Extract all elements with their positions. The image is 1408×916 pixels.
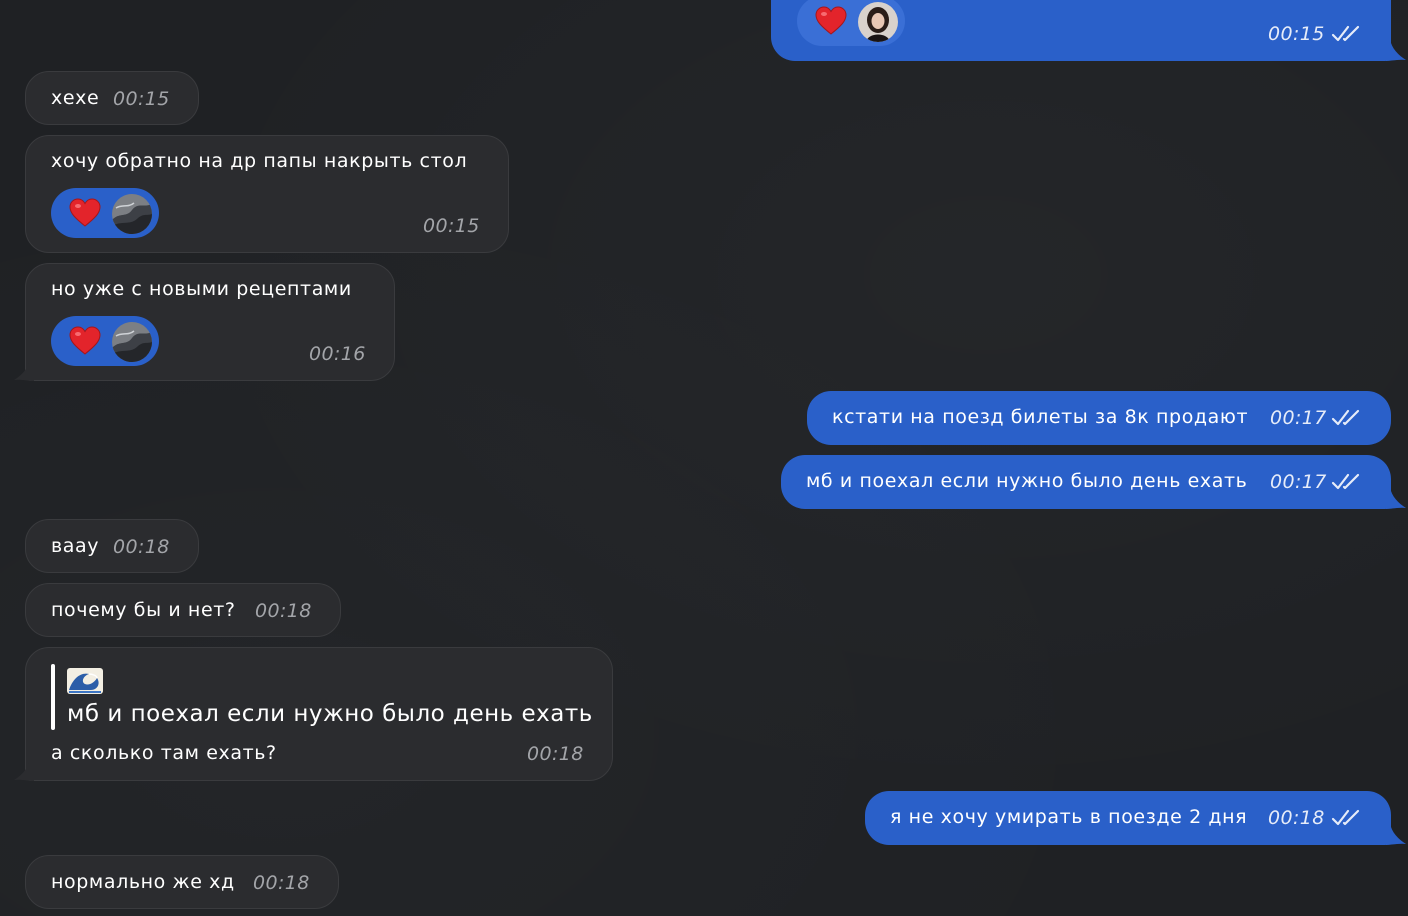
message-time: 00:15 xyxy=(423,215,480,237)
outgoing-message[interactable]: мб и поехал если нужно было день ехать 0… xyxy=(781,455,1391,509)
reactor-avatar xyxy=(112,322,152,362)
wave-icon xyxy=(67,668,103,694)
message-time: 00:16 xyxy=(309,343,366,365)
reply-bar xyxy=(51,664,55,730)
incoming-message[interactable]: почему бы и нет? 00:18 xyxy=(25,583,341,637)
outgoing-message[interactable]: кстати на поезд билеты за 8к продают 00:… xyxy=(807,391,1391,445)
incoming-message[interactable]: но уже с новыми рецептами 00:16 xyxy=(25,263,395,381)
message-text: хочу обратно на др папы накрыть стол xyxy=(51,150,468,172)
reactor-avatar xyxy=(112,194,152,234)
message-time: 00:15 xyxy=(1268,23,1325,45)
bubble-tail xyxy=(1386,491,1406,509)
message-text: почему бы и нет? xyxy=(51,599,236,621)
outgoing-message[interactable]: 00:15 xyxy=(771,0,1391,61)
reactor-avatar xyxy=(858,2,898,42)
message-time: 00:17 xyxy=(1270,471,1327,493)
message-text: мб и поехал если нужно было день ехать xyxy=(806,470,1248,492)
chat-history[interactable]: 00:15 хехе 00:15 хочу обратно на др папы… xyxy=(0,0,1408,916)
reaction-chip[interactable] xyxy=(797,0,905,46)
message-time: 00:18 xyxy=(527,743,584,765)
message-text: кстати на поезд билеты за 8к продают xyxy=(832,406,1249,428)
message-time: 00:17 xyxy=(1270,407,1327,429)
bubble-tail xyxy=(1386,43,1406,61)
message-text: я не хочу умирать в поезде 2 дня xyxy=(890,806,1248,828)
heart-icon xyxy=(69,326,101,355)
double-check-icon xyxy=(1331,809,1360,826)
incoming-message[interactable]: вааy 00:18 xyxy=(25,519,199,573)
heart-icon xyxy=(815,6,847,35)
message-text: а сколько там ехать? xyxy=(51,742,277,764)
double-check-icon xyxy=(1331,473,1360,490)
incoming-message[interactable]: мб и поехал если нужно было день ехать а… xyxy=(25,647,613,781)
message-text: вааy xyxy=(51,535,100,557)
reply-quote[interactable]: мб и поехал если нужно было день ехать xyxy=(67,702,593,726)
incoming-message[interactable]: хехе 00:15 xyxy=(25,71,199,125)
message-text: нормально же хд xyxy=(51,871,235,893)
incoming-message[interactable]: хочу обратно на др папы накрыть стол 00:… xyxy=(25,135,509,253)
double-check-icon xyxy=(1331,25,1360,42)
reaction-chip[interactable] xyxy=(51,188,159,238)
message-text: хехе xyxy=(51,87,100,109)
message-time: 00:18 xyxy=(113,536,170,558)
heart-icon xyxy=(69,198,101,227)
message-time: 00:18 xyxy=(255,600,312,622)
bubble-tail xyxy=(1386,827,1406,845)
incoming-message[interactable]: нормально же хд 00:18 xyxy=(25,855,339,909)
message-text: но уже с новыми рецептами xyxy=(51,278,352,300)
reaction-chip[interactable] xyxy=(51,316,159,366)
bubble-tail xyxy=(14,763,34,781)
outgoing-message[interactable]: я не хочу умирать в поезде 2 дня 00:18 xyxy=(865,791,1391,845)
message-time: 00:15 xyxy=(113,88,170,110)
message-time: 00:18 xyxy=(1268,807,1325,829)
double-check-icon xyxy=(1331,409,1360,426)
message-time: 00:18 xyxy=(253,872,310,894)
bubble-tail xyxy=(14,363,34,381)
